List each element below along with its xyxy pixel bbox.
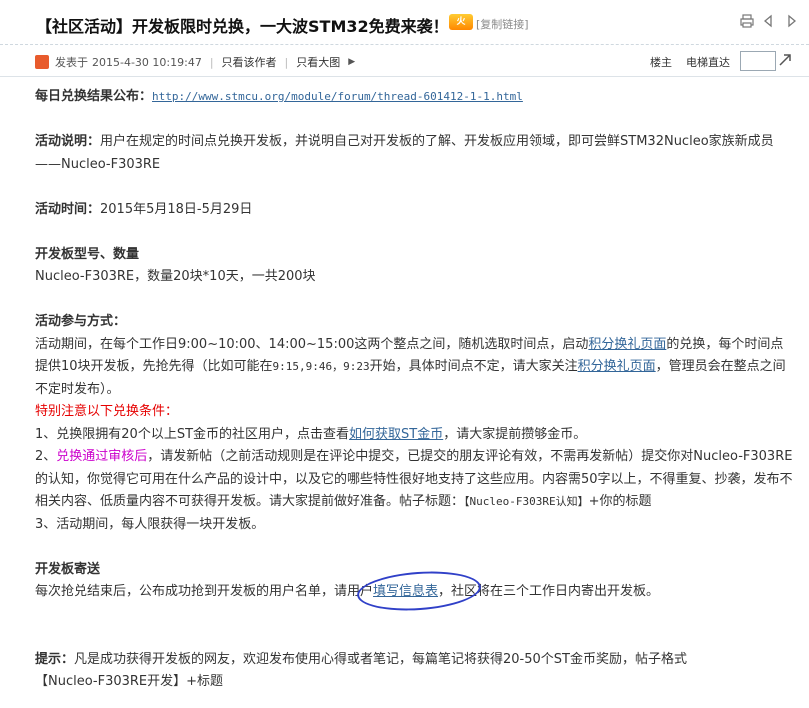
condition-1-post: ，请大家提前攒够金币。 [443, 426, 587, 442]
method-heading: 活动参与方式： [35, 314, 127, 329]
description-label: 活动说明： [35, 134, 101, 149]
model-heading: 开发板型号、数量 [35, 246, 140, 262]
jump-floor-input[interactable] [740, 51, 776, 71]
points-exchange-link-2[interactable]: 积分换礼页面 [578, 359, 656, 374]
method-text-3: 开始，具体时间点不定，请大家关注 [369, 359, 578, 374]
posted-time: 2015-4-30 10:19:47 [92, 55, 202, 69]
condition-3: 3、活动期间，每人限获得一块开发板。 [35, 516, 265, 532]
results-url-link[interactable]: http://www.stmcu.org/module/forum/thread… [152, 90, 523, 103]
notice-heading: 特别注意以下兑换条件： [35, 404, 179, 419]
thread-title: 【社区活动】开发板限时兑换，一大波STM32免费来袭！ [36, 17, 449, 36]
post-meta: 发表于 2015-4-30 10:19:47 | 只看该作者 | 只看大图 ▶ [55, 54, 355, 70]
model-text: Nucleo-F303RE，数量20块*10天，一共200块 [35, 269, 316, 284]
tip-label: 提示： [35, 651, 75, 667]
print-icon[interactable] [739, 13, 755, 29]
thread-title-bar: 【社区活动】开发板限时兑换，一大波STM32免费来袭！ 火 [复制链接] [0, 0, 809, 45]
fill-info-form-link[interactable]: 填写信息表 [373, 584, 438, 599]
get-coins-link[interactable]: 如何获取ST金币 [349, 427, 443, 442]
condition-2: 2、兑换通过审核后，请发新帖（之前活动规则是在评论中提交，已提交的朋友评论有效，… [35, 446, 795, 514]
thread-toolbar [739, 13, 799, 29]
tip-format: 【Nucleo-F303RE开发】+标题 [35, 674, 224, 689]
time-text: 2015年5月18日-5月29日 [100, 201, 253, 217]
results-label: 每日兑换结果公布： [35, 89, 153, 104]
condition-2-text: ，请发新帖（之前活动规则是在评论中提交，已提交的朋友评论有效，不需再发新帖）提交… [35, 449, 793, 509]
copy-link-button[interactable]: [复制链接] [476, 16, 529, 32]
condition-1-pre: 1、兑换限拥有20个以上ST金币的社区用户，点击查看 [35, 426, 350, 442]
play-arrow-icon[interactable]: ▶ [348, 57, 355, 67]
posted-label: 发表于 [55, 56, 88, 69]
time-label: 活动时间： [35, 201, 101, 217]
results-line: 每日兑换结果公布：http://www.stmcu.org/module/for… [35, 86, 795, 109]
condition-2-title-format: 【Nucleo-F303RE认知】 [464, 495, 589, 508]
description-text: 用户在规定的时间点兑换开发板，并说明自己对开发板的了解、开发板应用领域，即可尝鲜… [35, 134, 774, 172]
floor-label: 楼主 [650, 56, 672, 69]
hot-badge-icon: 火 [449, 14, 473, 30]
meta-divider: | [284, 55, 289, 69]
big-image-link[interactable]: 只看大图 [296, 54, 340, 70]
jump-go-icon[interactable] [777, 52, 793, 68]
shipping-pre: 每次抢兑结束后，公布成功抢到开发板的用户名单，请用户 [35, 584, 374, 599]
condition-2-tail: +你的标题 [588, 494, 652, 509]
method-text-1: 活动期间，在每个工作日9:00~10:00、14:00~15:00这两个整点之间… [35, 336, 589, 352]
post-body: 每日兑换结果公布：http://www.stmcu.org/module/for… [35, 86, 795, 694]
method-times: 9:15,9:46，9:23 [272, 360, 370, 373]
points-exchange-link[interactable]: 积分换礼页面 [588, 337, 666, 352]
jump-label: 电梯直达 [686, 56, 730, 69]
author-avatar-icon[interactable] [35, 55, 49, 69]
condition-2-highlight: 兑换通过审核后 [56, 449, 148, 464]
description-paragraph: 活动说明：用户在规定的时间点兑换开发板，并说明自己对开发板的了解、开发板应用领域… [35, 131, 795, 176]
time-line: 活动时间：2015年5月18日-5月29日 [35, 199, 795, 222]
method-paragraph: 活动期间，在每个工作日9:00~10:00、14:00~15:00这两个整点之间… [35, 334, 795, 402]
condition-2-pre: 2、 [35, 449, 57, 464]
prev-thread-icon[interactable] [761, 13, 777, 29]
condition-1: 1、兑换限拥有20个以上ST金币的社区用户，点击查看如何获取ST金币，请大家提前… [35, 424, 795, 447]
meta-divider: | [209, 55, 214, 69]
next-thread-icon[interactable] [783, 13, 799, 29]
shipping-heading: 开发板寄送 [35, 561, 101, 577]
tip-paragraph: 提示：凡是成功获得开发板的网友，欢迎发布使用心得或者笔记，每篇笔记将获得20-5… [35, 649, 795, 672]
shipping-post: ，社区将在三个工作日内寄出开发板。 [438, 584, 660, 599]
tip-text: 凡是成功获得开发板的网友，欢迎发布使用心得或者笔记，每篇笔记将获得20-50个S… [74, 651, 687, 667]
shipping-text: 每次抢兑结束后，公布成功抢到开发板的用户名单，请用户填写信息表，社区将在三个工作… [35, 581, 795, 604]
post-meta-bar: 发表于 2015-4-30 10:19:47 | 只看该作者 | 只看大图 ▶ … [0, 46, 809, 77]
author-only-link[interactable]: 只看该作者 [222, 54, 277, 70]
